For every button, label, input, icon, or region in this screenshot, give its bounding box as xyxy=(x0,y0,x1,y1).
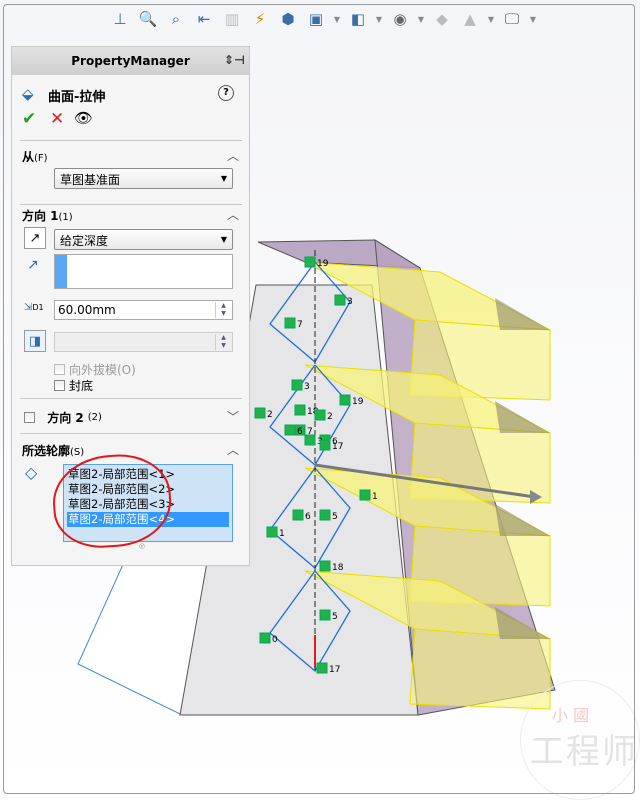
draft-angle-input[interactable]: ▲ ▼ xyxy=(54,332,233,352)
reverse-direction-button[interactable]: ↗ xyxy=(24,227,46,249)
cap-end-checkbox[interactable]: 封底 xyxy=(54,377,93,394)
sketch-marker-label: 19 xyxy=(317,259,329,269)
sketch-relation-marker xyxy=(316,662,328,674)
sketch-marker-label: 6 xyxy=(305,512,311,522)
expand-chevron-icon[interactable]: ﹀ xyxy=(227,408,239,425)
property-manager: PropertyManager ⇕⊣ ⬙ 曲面-拉伸 ? ✔ ✕ 👁 从(F) … xyxy=(11,46,250,566)
watermark: 小 國 工程师 xyxy=(520,680,640,800)
edit-appearance-icon[interactable]: ◉ xyxy=(388,8,412,30)
sketch-marker-label: 2 xyxy=(267,410,273,420)
normal-to-icon[interactable]: ⊥ xyxy=(108,8,132,30)
hide-show-icon[interactable]: ◧ xyxy=(346,8,370,30)
draft-spinner[interactable]: ▲ ▼ xyxy=(215,334,231,350)
resize-handle[interactable]: ◎ xyxy=(139,542,145,550)
cancel-button[interactable]: ✕ xyxy=(50,109,64,129)
draft-outward-checkbox[interactable]: 向外拔模(O) xyxy=(54,361,136,378)
sketch-relation-marker xyxy=(254,407,266,419)
zoom-to-fit-icon[interactable]: 🔍 xyxy=(136,8,160,30)
collapse-chevron-icon[interactable]: ︿ xyxy=(227,206,239,223)
sketch-relation-marker xyxy=(259,632,271,644)
display-style-icon[interactable]: ▣ xyxy=(304,8,328,30)
divider xyxy=(20,433,242,434)
watermark-text: 工程师 xyxy=(530,732,638,772)
sketch-relation-marker xyxy=(319,560,331,572)
sketch-relation-marker xyxy=(319,609,331,621)
property-manager-header: PropertyManager ⇕⊣ xyxy=(12,47,249,75)
direction2-checkbox[interactable]: 方向 2 (2) xyxy=(24,409,102,426)
end-condition-select[interactable]: 给定深度 ▼ xyxy=(54,229,233,250)
sketch-marker-label: 6 xyxy=(297,427,303,437)
chevron-down-icon[interactable]: ▼ xyxy=(528,8,538,30)
sketch-marker-label: 5 xyxy=(332,612,338,622)
sketch-relation-marker xyxy=(319,439,331,451)
feature-name: 曲面-拉伸 xyxy=(48,90,106,105)
help-button[interactable]: ? xyxy=(218,85,234,101)
sketch-marker-label: 1 xyxy=(279,529,285,539)
section-view-icon[interactable]: ▥ xyxy=(220,8,244,30)
sketch-relation-marker xyxy=(339,394,351,406)
direction-arrow-icon: ↗ xyxy=(27,257,39,273)
watermark-seal: 小 國 xyxy=(552,706,590,725)
sketch-relation-marker xyxy=(284,317,296,329)
preview-eye-icon[interactable]: 👁 xyxy=(74,109,93,127)
direction-vector-field[interactable] xyxy=(54,254,233,289)
pin-icon[interactable]: ⇕⊣ xyxy=(224,53,245,67)
sketch-relation-marker xyxy=(291,379,303,391)
section-selected-contours-title: 所选轮廓(S) xyxy=(22,444,85,458)
monitor-icon[interactable]: 🖵 xyxy=(500,8,524,30)
sketch-marker-label: 0 xyxy=(272,635,278,645)
sketch-relation-marker xyxy=(304,434,316,446)
draft-toggle-button[interactable]: ◨ xyxy=(24,330,46,352)
sketch-relation-marker xyxy=(292,509,304,521)
apply-scene-icon[interactable]: ◆ xyxy=(430,8,454,30)
collapse-chevron-icon[interactable]: ︿ xyxy=(227,147,239,164)
extrude-shadow xyxy=(495,504,550,536)
sketch-marker-label: 17 xyxy=(332,442,343,452)
sketch-marker-label: 1 xyxy=(372,492,378,502)
sketch-marker-label: 3 xyxy=(304,382,310,392)
sketch-relation-marker xyxy=(319,509,331,521)
divider xyxy=(20,398,242,399)
section-direction1-title: 方向 1(1) xyxy=(22,209,73,223)
zoom-to-area-icon[interactable]: ⌕ xyxy=(164,8,188,30)
chevron-down-icon[interactable]: ▼ xyxy=(486,8,496,30)
depth-spinner[interactable]: ▲ ▼ xyxy=(215,302,231,318)
sketch-relation-marker xyxy=(359,489,371,501)
heads-up-view-toolbar: ⊥ 🔍 ⌕ ⇤ ▥ ⚡ ⬢ ▣ ▼ ◧ ▼ ◉ ▼ ◆ ▲ ▼ 🖵 ▼ xyxy=(108,6,538,32)
extrude-shadow xyxy=(495,401,550,433)
sketch-marker-label: 5 xyxy=(332,512,338,522)
sketch-relation-marker xyxy=(294,404,306,416)
chevron-down-icon[interactable]: ▼ xyxy=(374,8,384,30)
sketch-marker-label: 19 xyxy=(352,397,364,407)
sketch-relation-marker xyxy=(284,424,296,436)
sketch-marker-label: 2 xyxy=(327,412,333,422)
from-select[interactable]: 草图基准面 ▼ xyxy=(54,168,233,189)
chevron-down-icon[interactable]: ▼ xyxy=(332,8,342,30)
divider xyxy=(20,140,242,141)
dynamic-annotation-icon[interactable]: ⚡ xyxy=(248,8,272,30)
previous-view-icon[interactable]: ⇤ xyxy=(192,8,216,30)
chevron-down-icon[interactable]: ▼ xyxy=(416,8,426,30)
sketch-marker-label: 7 xyxy=(297,320,303,330)
extrude-shadow xyxy=(495,298,550,330)
sketch-relation-marker xyxy=(314,409,326,421)
sketch-relation-marker xyxy=(304,256,316,268)
divider xyxy=(20,204,242,205)
ok-button[interactable]: ✔ xyxy=(22,109,36,129)
depth-input[interactable]: 60.00mm ▲ ▼ xyxy=(54,300,233,320)
property-manager-title: PropertyManager xyxy=(71,54,190,68)
sketch-marker-label: 17 xyxy=(329,665,340,675)
sketch-marker-label: 18 xyxy=(332,563,344,573)
depth-icon: ⇲D1 xyxy=(24,302,44,313)
sketch-marker-label: 3 xyxy=(347,297,353,307)
collapse-chevron-icon[interactable]: ︿ xyxy=(227,441,239,458)
section-from-title: 从(F) xyxy=(22,150,48,164)
contour-diamond-icon: ◇ xyxy=(25,463,38,482)
view-orientation-icon[interactable]: ⬢ xyxy=(276,8,300,30)
sketch-relation-marker xyxy=(266,526,278,538)
sketch-relation-marker xyxy=(334,294,346,306)
surface-extrude-icon: ⬙ xyxy=(22,85,34,103)
view-settings-icon[interactable]: ▲ xyxy=(458,8,482,30)
